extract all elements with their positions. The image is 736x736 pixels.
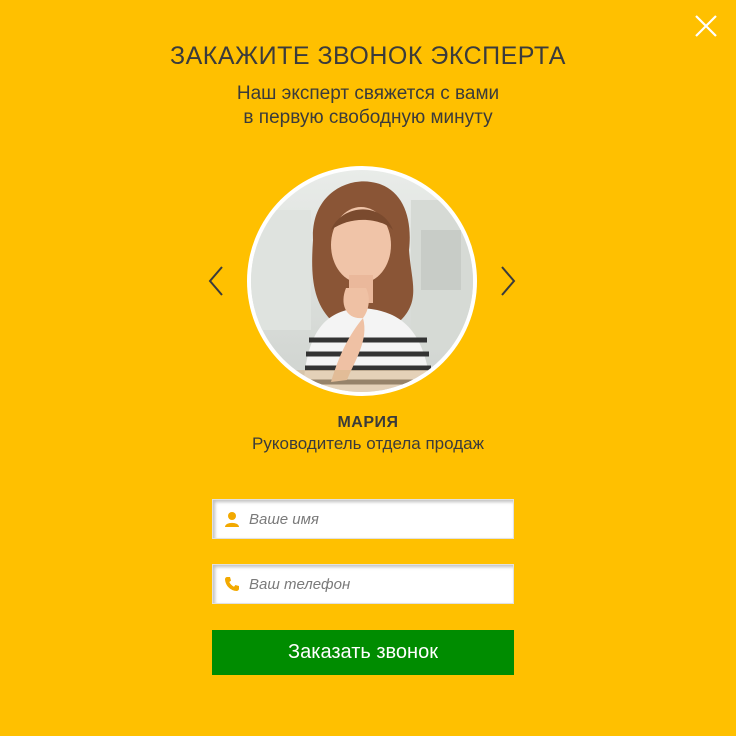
expert-avatar-frame: [247, 166, 477, 396]
modal-subtitle: Наш эксперт свяжется с вами в первую сво…: [0, 82, 736, 130]
phone-icon: [223, 575, 241, 593]
subtitle-line-2: в первую свободную минуту: [243, 107, 493, 128]
name-input[interactable]: [247, 509, 513, 529]
close-button[interactable]: [694, 14, 718, 38]
expert-name: МАРИЯ: [337, 414, 399, 431]
phone-field: [212, 564, 514, 604]
modal-title: ЗАКАЖИТЕ ЗВОНОК ЭКСПЕРТА: [170, 42, 566, 70]
callback-modal: ЗАКАЖИТЕ ЗВОНОК ЭКСПЕРТА Наш эксперт свя…: [0, 0, 736, 736]
order-call-button[interactable]: Заказать звонок: [212, 630, 514, 675]
close-icon: [695, 15, 717, 37]
user-icon: [223, 510, 241, 528]
name-field: [212, 499, 514, 539]
subtitle-line-1: Наш эксперт свяжется с вами: [236, 83, 500, 104]
chevron-left-icon: [208, 266, 223, 296]
chevron-right-icon: [501, 266, 516, 296]
next-expert-button[interactable]: [498, 264, 518, 298]
prev-expert-button[interactable]: [206, 264, 226, 298]
avatar: [251, 170, 473, 392]
phone-input[interactable]: [247, 574, 513, 594]
expert-role: Руководитель отдела продаж: [252, 434, 484, 453]
